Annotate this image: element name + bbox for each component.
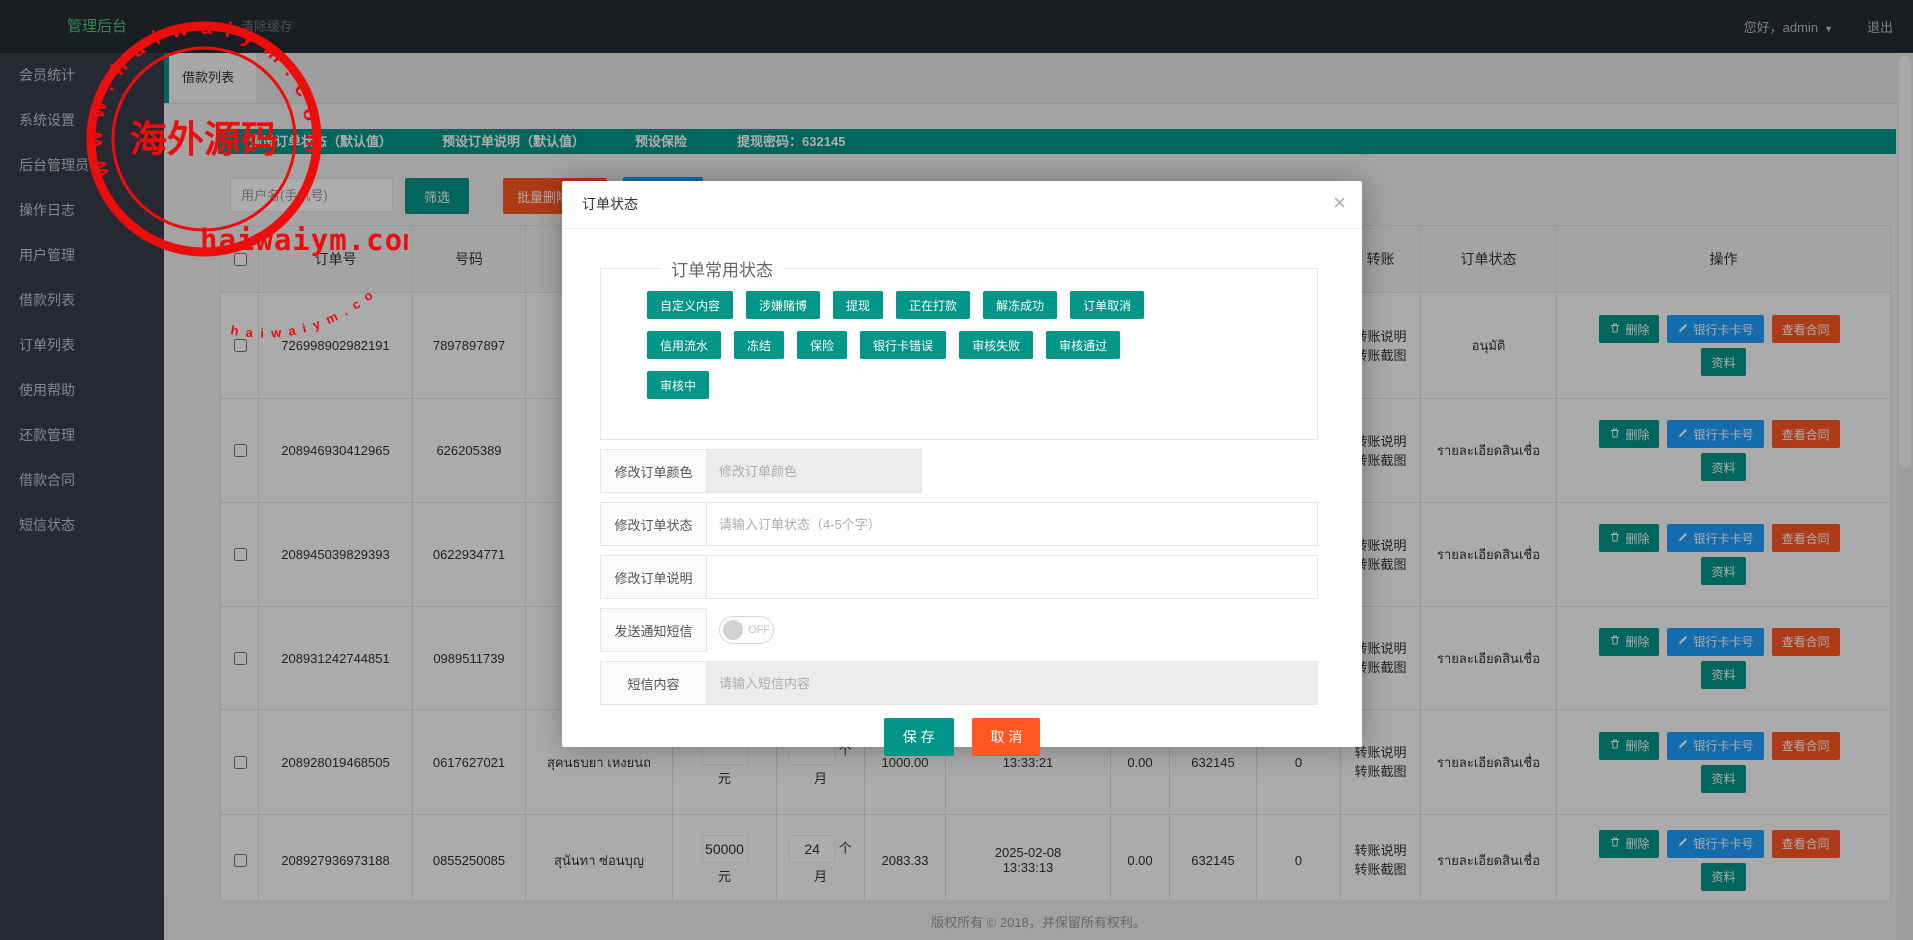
status-button[interactable]: 信用流水 <box>647 331 721 359</box>
form-input-2[interactable] <box>707 555 1318 599</box>
form-row-2: 修改订单说明 <box>600 555 1318 599</box>
status-button[interactable]: 审核中 <box>647 371 709 399</box>
status-button[interactable]: 正在打款 <box>896 291 970 319</box>
status-button[interactable]: 涉嫌赌博 <box>746 291 820 319</box>
status-button-row-1: 信用流水冻结保险银行卡错误审核失败审核通过 <box>647 331 1297 371</box>
order-status-modal: 订单状态 × 订单常用状态 自定义内容涉嫌赌博提现正在打款解冻成功订单取消信用流… <box>562 181 1362 747</box>
form-label: 修改订单说明 <box>600 555 707 599</box>
status-button[interactable]: 银行卡错误 <box>860 331 946 359</box>
modal-header: 订单状态 <box>562 181 1362 229</box>
form-input-0[interactable] <box>707 449 922 493</box>
cancel-button[interactable]: 取 消 <box>972 718 1040 756</box>
sms-toggle[interactable]: OFF <box>719 616 774 644</box>
status-button-row-2: 审核中 <box>647 371 1297 411</box>
toggle-state-label: OFF <box>748 624 770 636</box>
status-button[interactable]: 保险 <box>797 331 847 359</box>
form-row-1: 修改订单状态 <box>600 502 1318 546</box>
toggle-wrap: OFF <box>707 608 774 652</box>
form-label: 发送通知短信 <box>600 608 707 652</box>
status-button[interactable]: 审核通过 <box>1046 331 1120 359</box>
status-button[interactable]: 冻结 <box>734 331 784 359</box>
status-button[interactable]: 订单取消 <box>1070 291 1144 319</box>
status-button-row-0: 自定义内容涉嫌赌博提现正在打款解冻成功订单取消 <box>647 291 1297 331</box>
form-row-3: 发送通知短信 OFF <box>600 608 1318 652</box>
form-input-4[interactable] <box>707 661 1318 705</box>
status-button[interactable]: 自定义内容 <box>647 291 733 319</box>
modal-title: 订单状态 <box>582 196 638 212</box>
toggle-knob <box>723 620 743 640</box>
status-fieldset: 订单常用状态 自定义内容涉嫌赌博提现正在打款解冻成功订单取消信用流水冻结保险银行… <box>600 256 1318 440</box>
form-row-0: 修改订单颜色 <box>600 449 1318 493</box>
status-button[interactable]: 审核失败 <box>959 331 1033 359</box>
admin-page: 管理后台 清除缓存 您好，admin▼ 退出 会员统计系统设置后台管理员操作日志… <box>0 0 1913 940</box>
modal-buttons: 保 存 取 消 <box>562 718 1362 756</box>
status-legend: 订单常用状态 <box>661 256 783 281</box>
form-label: 修改订单颜色 <box>600 449 707 493</box>
status-button[interactable]: 解冻成功 <box>983 291 1057 319</box>
close-icon[interactable]: × <box>1333 191 1346 215</box>
form-input-1[interactable] <box>707 502 1318 546</box>
save-button[interactable]: 保 存 <box>884 718 954 756</box>
form-label: 修改订单状态 <box>600 502 707 546</box>
form-label: 短信内容 <box>600 661 707 705</box>
status-button[interactable]: 提现 <box>833 291 883 319</box>
form-row-4: 短信内容 <box>600 661 1318 705</box>
